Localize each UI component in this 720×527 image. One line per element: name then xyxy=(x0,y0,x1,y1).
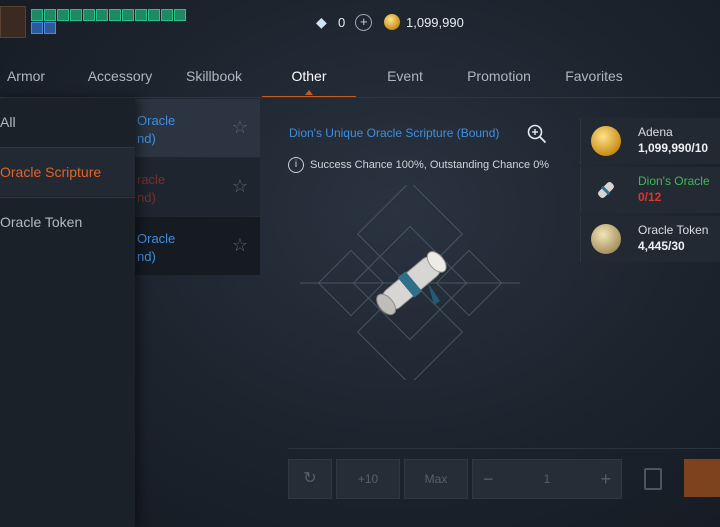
craft-button[interactable] xyxy=(684,459,720,497)
diamond-amount: 0 xyxy=(338,14,346,30)
material-name: Dion's Oracle xyxy=(638,174,710,188)
plus10-button[interactable]: +10 xyxy=(336,459,400,499)
magnify-icon[interactable] xyxy=(527,124,547,144)
list-item-name: racle nd) xyxy=(137,172,166,205)
controls-divider xyxy=(288,448,720,449)
max-button[interactable]: Max xyxy=(404,459,468,499)
minus-button[interactable]: − xyxy=(483,460,494,498)
reset-icon: ↻ xyxy=(303,470,317,487)
scroll-icon xyxy=(598,182,614,198)
material-quantity: 4,445/30 xyxy=(638,239,685,253)
dropdown-item-oracle-token[interactable]: Oracle Token xyxy=(0,198,135,246)
subcategory-dropdown: All Oracle Scripture Oracle Token xyxy=(0,98,135,527)
list-item[interactable]: Oracle nd) ☆ xyxy=(120,99,260,157)
buff-icon[interactable] xyxy=(122,9,134,21)
material-name: Oracle Token xyxy=(638,223,709,237)
buff-bar xyxy=(31,9,186,34)
add-diamond-button[interactable]: + xyxy=(355,13,373,31)
reset-button[interactable]: ↻ xyxy=(288,459,332,499)
tab-armor[interactable]: Armor xyxy=(0,58,52,96)
active-tab-marker xyxy=(305,90,313,95)
calculator-icon[interactable] xyxy=(644,468,662,490)
list-item-name: Oracle nd) xyxy=(137,231,176,264)
tab-event[interactable]: Event xyxy=(360,58,450,96)
buff-icon[interactable] xyxy=(161,9,173,21)
info-icon[interactable]: i xyxy=(288,157,304,173)
dropdown-item-all[interactable]: All xyxy=(0,98,135,146)
adena-coin-icon xyxy=(384,14,400,30)
tab-promotion[interactable]: Promotion xyxy=(454,58,544,96)
material-adena[interactable]: Adena 1,099,990/10 xyxy=(580,118,720,164)
plus-button[interactable]: + xyxy=(600,460,611,498)
tab-favorites[interactable]: Favorites xyxy=(548,58,640,96)
favorite-star-icon[interactable]: ☆ xyxy=(232,117,248,138)
material-quantity: 0/12 xyxy=(638,190,662,204)
buff-icon[interactable] xyxy=(135,9,147,21)
buff-icon[interactable] xyxy=(174,9,186,21)
quantity-value[interactable]: 1 xyxy=(544,472,551,486)
tab-accessory[interactable]: Accessory xyxy=(72,58,168,96)
material-oracle-token[interactable]: Oracle Token 4,445/30 xyxy=(580,216,720,262)
item-title: Dion's Unique Oracle Scripture (Bound) xyxy=(289,126,500,140)
buff-icon[interactable] xyxy=(148,9,160,21)
quantity-stepper[interactable]: − 1 + xyxy=(472,459,622,499)
diamond-icon: ◆ xyxy=(316,14,327,30)
favorite-star-icon[interactable]: ☆ xyxy=(232,176,248,197)
buff-icon[interactable] xyxy=(57,9,69,21)
tab-skillbook[interactable]: Skillbook xyxy=(170,58,258,96)
chance-text: Success Chance 100%, Outstanding Chance … xyxy=(310,159,550,171)
adena-counter: 1,099,990 xyxy=(384,12,464,32)
buff-icon[interactable] xyxy=(31,22,43,34)
material-name: Adena xyxy=(638,125,673,139)
token-icon xyxy=(591,224,621,254)
diamond-counter: ◆ 0 + xyxy=(316,12,373,32)
coin-icon xyxy=(591,126,621,156)
buff-icon[interactable] xyxy=(96,9,108,21)
buff-icon[interactable] xyxy=(44,22,56,34)
buff-icon[interactable] xyxy=(70,9,82,21)
favorite-star-icon[interactable]: ☆ xyxy=(232,235,248,256)
buff-icon[interactable] xyxy=(44,9,56,21)
list-item[interactable]: Oracle nd) ☆ xyxy=(120,217,260,275)
material-dions-oracle[interactable]: Dion's Oracle 0/12 xyxy=(580,167,720,213)
category-tabs: Armor Accessory Skillbook Other Event Pr… xyxy=(0,58,720,96)
buff-icon[interactable] xyxy=(83,9,95,21)
list-item[interactable]: racle nd) ☆ xyxy=(120,158,260,216)
dropdown-item-oracle-scripture[interactable]: Oracle Scripture xyxy=(0,148,135,196)
buff-icon[interactable] xyxy=(109,9,121,21)
buff-icon[interactable] xyxy=(31,9,43,21)
chance-info: i Success Chance 100%, Outstanding Chanc… xyxy=(288,157,549,173)
scroll-item-artwork xyxy=(300,185,520,380)
list-item-name: Oracle nd) xyxy=(137,113,176,146)
character-portrait[interactable] xyxy=(0,6,26,38)
material-quantity: 1,099,990/10 xyxy=(638,141,709,155)
adena-amount: 1,099,990 xyxy=(406,14,464,30)
